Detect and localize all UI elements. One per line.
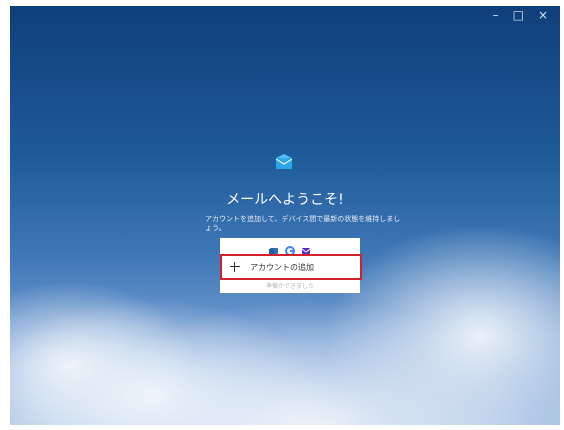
google-icon: [285, 241, 295, 256]
welcome-screen: メールへようこそ! アカウントを追加して、デバイス間で最新の状態を維持しましょう…: [10, 6, 560, 425]
provider-icons-row: [220, 238, 360, 256]
ready-button[interactable]: 準備ができました: [220, 278, 360, 292]
yahoo-mail-icon: [301, 241, 311, 254]
welcome-subtitle: アカウントを追加して、デバイス間で最新の状態を維持しましょう。: [205, 215, 401, 232]
account-card: アカウントの追加 準備ができました: [220, 238, 362, 293]
welcome-title: メールへようこそ!: [226, 192, 344, 208]
add-account-label: アカウントの追加: [250, 262, 314, 272]
app-window: – □ × メールへようこそ! アカウントを追加して、デバイス間で最新の状態を維…: [10, 6, 560, 425]
add-account-button[interactable]: アカウントの追加: [220, 254, 362, 280]
mail-icon: [274, 152, 294, 172]
outlook-icon: [269, 241, 279, 254]
plus-icon: [230, 262, 240, 272]
ready-label: 準備ができました: [265, 282, 314, 290]
